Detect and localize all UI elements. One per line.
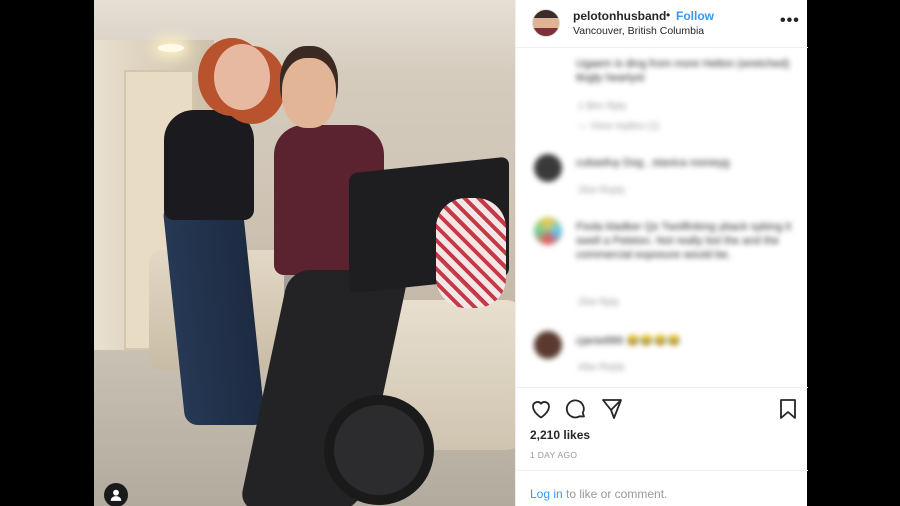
- like-button[interactable]: [529, 397, 553, 421]
- photo-person-body: [164, 110, 254, 220]
- more-options-icon[interactable]: •••: [780, 12, 800, 30]
- share-button[interactable]: [600, 397, 624, 421]
- user-tag-button[interactable]: [104, 483, 128, 506]
- comments-list[interactable]: Ugaem is ding from more Helton (wretched…: [516, 49, 808, 387]
- likes-count[interactable]: 2,210 likes: [530, 428, 590, 442]
- comment-icon: [565, 399, 585, 419]
- view-replies-link[interactable]: — View replies (1): [578, 121, 660, 132]
- instagram-post-viewer: pelotonhusband • Follow Vancouver, Briti…: [0, 0, 900, 506]
- post-timestamp: 1 DAY AGO: [530, 450, 578, 460]
- avatar[interactable]: [534, 217, 562, 245]
- photo-ceiling-light: [158, 44, 184, 52]
- comment-text: cubasfuy Dog , stavica rooneyg: [576, 157, 730, 169]
- save-button[interactable]: [776, 397, 800, 421]
- comment-text: cjanie888 😂😂😂😂: [576, 335, 681, 347]
- photo-person-head: [282, 58, 336, 128]
- comment-meta[interactable]: 49w Reply: [578, 362, 625, 373]
- login-prompt-text: to like or comment.: [566, 487, 668, 501]
- separator-dot: •: [666, 8, 671, 22]
- comment-meta[interactable]: 20w Rply: [578, 297, 619, 308]
- post-sidebar: pelotonhusband • Follow Vancouver, Briti…: [515, 0, 808, 506]
- comment-text: Fixda kladker Qs Twolfinking yback sybin…: [576, 221, 791, 261]
- post-header: pelotonhusband • Follow Vancouver, Briti…: [516, 0, 808, 48]
- avatar[interactable]: [534, 331, 562, 359]
- follow-button[interactable]: Follow: [676, 9, 714, 23]
- post-photo[interactable]: [94, 0, 515, 506]
- comment-button[interactable]: [564, 397, 588, 421]
- photo-gift-bow: [436, 198, 506, 308]
- post-actions: 2,210 likes 1 DAY AGO Log in to like or …: [516, 387, 808, 505]
- comment-meta[interactable]: 1 Bim Rply: [578, 101, 626, 112]
- bookmark-icon: [780, 399, 796, 419]
- comment-text: Ugaem is ding from more Helton (wretched…: [576, 58, 790, 84]
- avatar[interactable]: [532, 9, 560, 37]
- share-icon: [602, 399, 622, 419]
- photo-bike-flywheel: [324, 395, 434, 505]
- username[interactable]: pelotonhusband: [573, 9, 666, 23]
- login-link[interactable]: Log in: [530, 487, 563, 501]
- heart-icon: [532, 401, 550, 419]
- avatar[interactable]: [534, 154, 562, 182]
- user-tag-icon: [110, 489, 122, 501]
- login-prompt: Log in to like or comment.: [516, 470, 808, 506]
- location-link[interactable]: Vancouver, British Columbia: [573, 25, 704, 37]
- photo-person-head: [214, 44, 270, 110]
- comment-meta[interactable]: 26w Reply: [578, 185, 625, 196]
